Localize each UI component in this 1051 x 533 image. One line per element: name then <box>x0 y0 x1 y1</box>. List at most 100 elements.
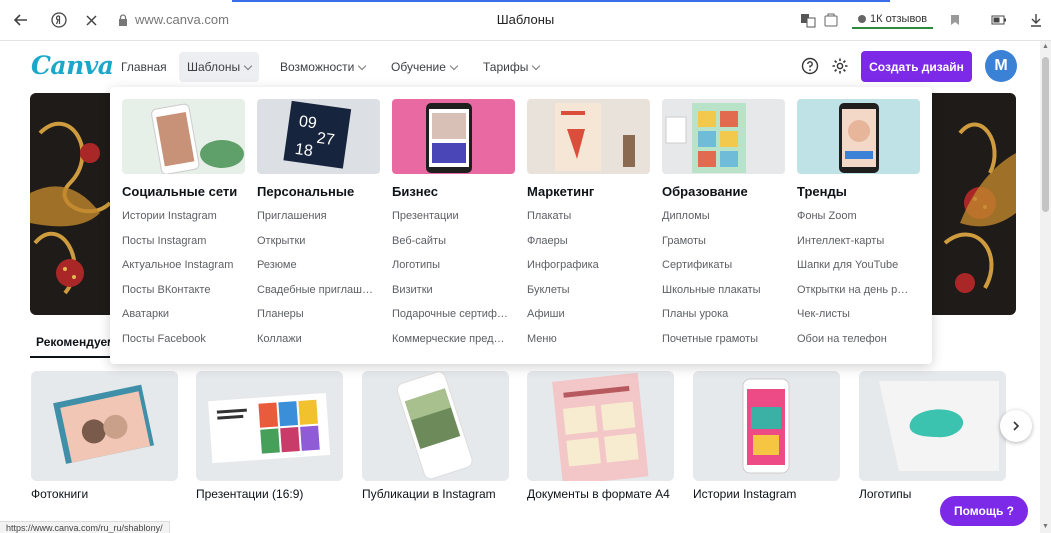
nav-features[interactable]: Возможности <box>272 52 373 82</box>
business-thumbnail[interactable] <box>392 99 515 174</box>
card-presentations-label: Презентации (16:9) <box>196 487 304 501</box>
education-thumbnail[interactable] <box>662 99 785 174</box>
reviews-badge[interactable]: 1К отзывов <box>852 11 934 29</box>
menu-item[interactable]: Инфографика <box>527 259 652 271</box>
card-instagram-stories-label: Истории Instagram <box>693 487 797 501</box>
menu-item[interactable]: Грамоты <box>662 235 787 247</box>
menu-item[interactable]: Логотипы <box>392 259 517 271</box>
scroll-thumb[interactable] <box>1042 57 1049 212</box>
menu-item[interactable]: Открытки <box>257 235 382 247</box>
bookmark-icon[interactable] <box>944 9 966 31</box>
menu-item[interactable]: Меню <box>527 333 652 345</box>
nav-templates-label: Шаблоны <box>187 60 241 74</box>
card-presentations[interactable] <box>196 371 343 481</box>
trends-thumbnail-image <box>797 99 920 174</box>
card-instagram-posts[interactable] <box>362 371 509 481</box>
presentation-thumbnail <box>196 371 343 481</box>
download-icon[interactable] <box>1025 9 1047 31</box>
menu-item[interactable]: Шапки для YouTube <box>797 259 922 271</box>
menu-item[interactable]: Приглашения <box>257 210 382 222</box>
menu-item[interactable]: Флаеры <box>527 235 652 247</box>
avatar[interactable]: M <box>985 50 1017 82</box>
close-icon[interactable] <box>80 9 102 31</box>
menu-item[interactable]: Чек-листы <box>797 308 922 320</box>
menu-title-personal[interactable]: Персональные <box>257 184 354 199</box>
tab-underline <box>30 356 112 358</box>
instagram-post-thumbnail <box>362 371 509 481</box>
menu-title-social[interactable]: Социальные сети <box>122 184 237 199</box>
scroll-down-icon[interactable]: ▼ <box>1042 523 1049 530</box>
card-a4-documents[interactable] <box>527 371 674 481</box>
carousel-next-button[interactable] <box>1000 410 1032 442</box>
social-thumbnail[interactable] <box>122 99 245 174</box>
menu-item[interactable]: Фоны Zoom <box>797 210 922 222</box>
card-instagram-stories[interactable] <box>693 371 840 481</box>
address-bar[interactable]: www.canva.com <box>135 12 229 27</box>
nav-pricing-label: Тарифы <box>483 60 529 74</box>
nav-learn[interactable]: Обучение <box>383 52 465 82</box>
menu-item[interactable]: Веб-сайты <box>392 235 517 247</box>
translate-icon[interactable] <box>797 9 819 31</box>
menu-item[interactable]: Интеллект-карты <box>797 235 922 247</box>
menu-item[interactable]: Истории Instagram <box>122 210 247 222</box>
menu-item[interactable]: Коллажи <box>257 333 382 345</box>
menu-item[interactable]: Дипломы <box>662 210 787 222</box>
menu-item[interactable]: Плакаты <box>527 210 652 222</box>
menu-item[interactable]: Посты ВКонтакте <box>122 284 247 296</box>
menu-item[interactable]: Планы урока <box>662 308 787 320</box>
card-photobooks[interactable] <box>31 371 178 481</box>
personal-thumbnail[interactable]: 09 27 18 <box>257 99 380 174</box>
create-design-button[interactable]: Создать дизайн <box>861 51 972 82</box>
loading-line <box>232 0 890 2</box>
menu-title-marketing[interactable]: Маркетинг <box>527 184 594 199</box>
gear-icon[interactable] <box>829 55 851 77</box>
menu-item[interactable]: Афиши <box>527 308 652 320</box>
menu-item[interactable]: Аватарки <box>122 308 247 320</box>
menu-item[interactable]: Обои на телефон <box>797 333 922 345</box>
menu-item[interactable]: Планеры <box>257 308 382 320</box>
menu-item[interactable]: Сертификаты <box>662 259 787 271</box>
menu-title-business[interactable]: Бизнес <box>392 184 438 199</box>
card-logos[interactable] <box>859 371 1006 481</box>
yandex-icon[interactable] <box>48 9 70 31</box>
social-thumbnail-image <box>122 99 245 174</box>
nav-templates[interactable]: Шаблоны <box>179 52 260 82</box>
scroll-up-icon[interactable]: ▲ <box>1042 43 1049 50</box>
menu-item[interactable]: Почетные грамоты <box>662 333 787 345</box>
help-button[interactable]: Помощь ? <box>940 496 1028 526</box>
card-logos-label: Логотипы <box>859 487 912 501</box>
card-instagram-posts-label: Публикации в Instagram <box>362 487 496 501</box>
menu-item[interactable]: Буклеты <box>527 284 652 296</box>
chevron-down-icon <box>449 61 459 70</box>
menu-item[interactable]: Посты Facebook <box>122 333 247 345</box>
photobook-thumbnail <box>31 371 178 481</box>
chevron-down-icon <box>532 61 541 70</box>
protect-icon[interactable] <box>820 9 842 31</box>
menu-title-education[interactable]: Образование <box>662 184 748 199</box>
menu-item[interactable]: Визитки <box>392 284 517 296</box>
canva-logo[interactable]: Canva <box>31 51 114 80</box>
menu-item[interactable]: Актуальное Instagram <box>122 259 247 271</box>
menu-item[interactable]: Свадебные приглаш… <box>257 284 382 296</box>
page-scrollbar[interactable]: ▲ ▼ <box>1040 41 1051 533</box>
menu-item[interactable]: Коммерческие пред… <box>392 333 517 345</box>
tab-recommended[interactable]: Рекомендуем <box>36 335 116 349</box>
battery-icon <box>988 9 1010 31</box>
menu-item[interactable]: Открытки на день р… <box>797 284 922 296</box>
marketing-thumbnail[interactable] <box>527 99 650 174</box>
help-question-icon[interactable] <box>799 55 821 77</box>
menu-item[interactable]: Резюме <box>257 259 382 271</box>
menu-item[interactable]: Посты Instagram <box>122 235 247 247</box>
menu-item[interactable]: Школьные плакаты <box>662 284 787 296</box>
menu-item[interactable]: Презентации <box>392 210 517 222</box>
svg-text:18: 18 <box>294 141 314 160</box>
nav-pricing[interactable]: Тарифы <box>475 52 547 82</box>
instagram-story-thumbnail <box>693 371 840 481</box>
back-arrow-icon[interactable] <box>10 9 32 31</box>
trends-thumbnail[interactable] <box>797 99 920 174</box>
nav-home[interactable]: Главная <box>113 52 175 82</box>
templates-dropdown-menu: Социальные сети Истории Instagram Посты … <box>110 87 932 364</box>
a4-document-thumbnail <box>527 371 674 481</box>
menu-item[interactable]: Подарочные сертиф… <box>392 308 517 320</box>
menu-title-trends[interactable]: Тренды <box>797 184 847 199</box>
